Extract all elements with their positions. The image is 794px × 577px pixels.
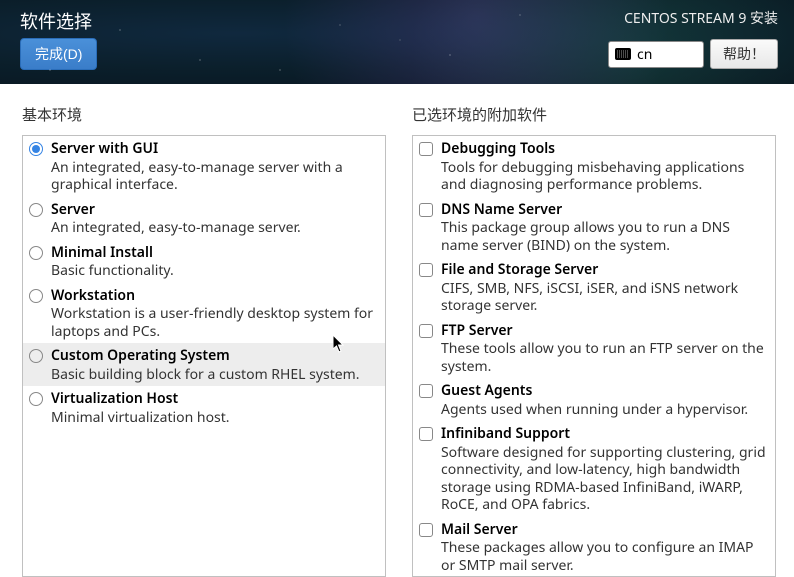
- environment-item[interactable]: WorkstationWorkstation is a user-friendl…: [23, 283, 385, 344]
- checkbox[interactable]: [419, 523, 433, 537]
- base-environment-list[interactable]: Server with GUIAn integrated, easy-to-ma…: [22, 135, 386, 577]
- environment-item[interactable]: Custom Operating SystemBasic building bl…: [23, 343, 385, 386]
- environment-item-name: Server: [51, 201, 379, 219]
- addon-item[interactable]: File and Storage ServerCIFS, SMB, NFS, i…: [413, 257, 775, 318]
- radio-button[interactable]: [29, 349, 43, 363]
- checkbox[interactable]: [419, 142, 433, 156]
- addon-item-name: Mail Server: [441, 521, 769, 539]
- addon-item[interactable]: Guest AgentsAgents used when running und…: [413, 378, 775, 421]
- radio-button[interactable]: [29, 246, 43, 260]
- addon-item[interactable]: Mail ServerThese packages allow you to c…: [413, 517, 775, 577]
- environment-item-name: Minimal Install: [51, 244, 379, 262]
- environment-item[interactable]: ServerAn integrated, easy-to-manage serv…: [23, 197, 385, 240]
- keyboard-icon: [615, 48, 631, 60]
- addons-column: 已选环境的附加软件 Debugging ToolsTools for debug…: [412, 104, 776, 577]
- addon-item[interactable]: DNS Name ServerThis package group allows…: [413, 197, 775, 258]
- radio-button[interactable]: [29, 142, 43, 156]
- page-title: 软件选择: [20, 8, 92, 34]
- help-button[interactable]: 帮助！: [710, 39, 778, 69]
- addon-item-desc: Agents used when running under a hypervi…: [441, 401, 769, 419]
- radio-button[interactable]: [29, 289, 43, 303]
- keyboard-layout-code: cn: [637, 45, 652, 64]
- installer-title: CENTOS STREAM 9 安装: [624, 8, 778, 28]
- environment-item-name: Server with GUI: [51, 140, 379, 158]
- keyboard-layout-selector[interactable]: cn: [608, 41, 704, 68]
- base-environment-column: 基本环境 Server with GUIAn integrated, easy-…: [22, 104, 386, 577]
- addon-item-name: Infiniband Support: [441, 425, 769, 443]
- checkbox[interactable]: [419, 384, 433, 398]
- environment-item-desc: Basic functionality.: [51, 262, 379, 280]
- radio-button[interactable]: [29, 392, 43, 406]
- addon-item[interactable]: FTP ServerThese tools allow you to run a…: [413, 318, 775, 379]
- addon-item-desc: This package group allows you to run a D…: [441, 219, 769, 254]
- environment-item-desc: Workstation is a user-friendly desktop s…: [51, 305, 379, 340]
- addon-item-desc: CIFS, SMB, NFS, iSCSI, iSER, and iSNS ne…: [441, 280, 769, 315]
- addon-item[interactable]: Debugging ToolsTools for debugging misbe…: [413, 136, 775, 197]
- addons-list[interactable]: Debugging ToolsTools for debugging misbe…: [412, 135, 776, 577]
- checkbox[interactable]: [419, 263, 433, 277]
- environment-item-desc: Basic building block for a custom RHEL s…: [51, 366, 379, 384]
- radio-button[interactable]: [29, 203, 43, 217]
- environment-item-name: Workstation: [51, 287, 379, 305]
- environment-item[interactable]: Server with GUIAn integrated, easy-to-ma…: [23, 136, 385, 197]
- addon-item-name: FTP Server: [441, 322, 769, 340]
- checkbox[interactable]: [419, 203, 433, 217]
- environment-item[interactable]: Minimal InstallBasic functionality.: [23, 240, 385, 283]
- environment-item-desc: An integrated, easy-to-manage server wit…: [51, 159, 379, 194]
- environment-item-name: Custom Operating System: [51, 347, 379, 365]
- addon-item-name: File and Storage Server: [441, 261, 769, 279]
- environment-item-desc: An integrated, easy-to-manage server.: [51, 219, 379, 237]
- addon-item-name: Guest Agents: [441, 382, 769, 400]
- checkbox[interactable]: [419, 427, 433, 441]
- addons-heading: 已选环境的附加软件: [412, 104, 776, 125]
- base-environment-heading: 基本环境: [22, 104, 386, 125]
- addon-item-name: DNS Name Server: [441, 201, 769, 219]
- addon-item-desc: Tools for debugging misbehaving applicat…: [441, 159, 769, 194]
- addon-item-desc: These packages allow you to configure an…: [441, 539, 769, 574]
- addon-item-desc: These tools allow you to run an FTP serv…: [441, 340, 769, 375]
- checkbox[interactable]: [419, 324, 433, 338]
- environment-item[interactable]: Virtualization HostMinimal virtualizatio…: [23, 386, 385, 429]
- addon-item-name: Debugging Tools: [441, 140, 769, 158]
- header: 软件选择 CENTOS STREAM 9 安装 完成(D) cn 帮助！: [0, 0, 794, 84]
- environment-item-desc: Minimal virtualization host.: [51, 409, 379, 427]
- addon-item[interactable]: Infiniband SupportSoftware designed for …: [413, 421, 775, 517]
- done-button[interactable]: 完成(D): [20, 38, 97, 70]
- addon-item-desc: Software designed for supporting cluster…: [441, 444, 769, 514]
- environment-item-name: Virtualization Host: [51, 390, 379, 408]
